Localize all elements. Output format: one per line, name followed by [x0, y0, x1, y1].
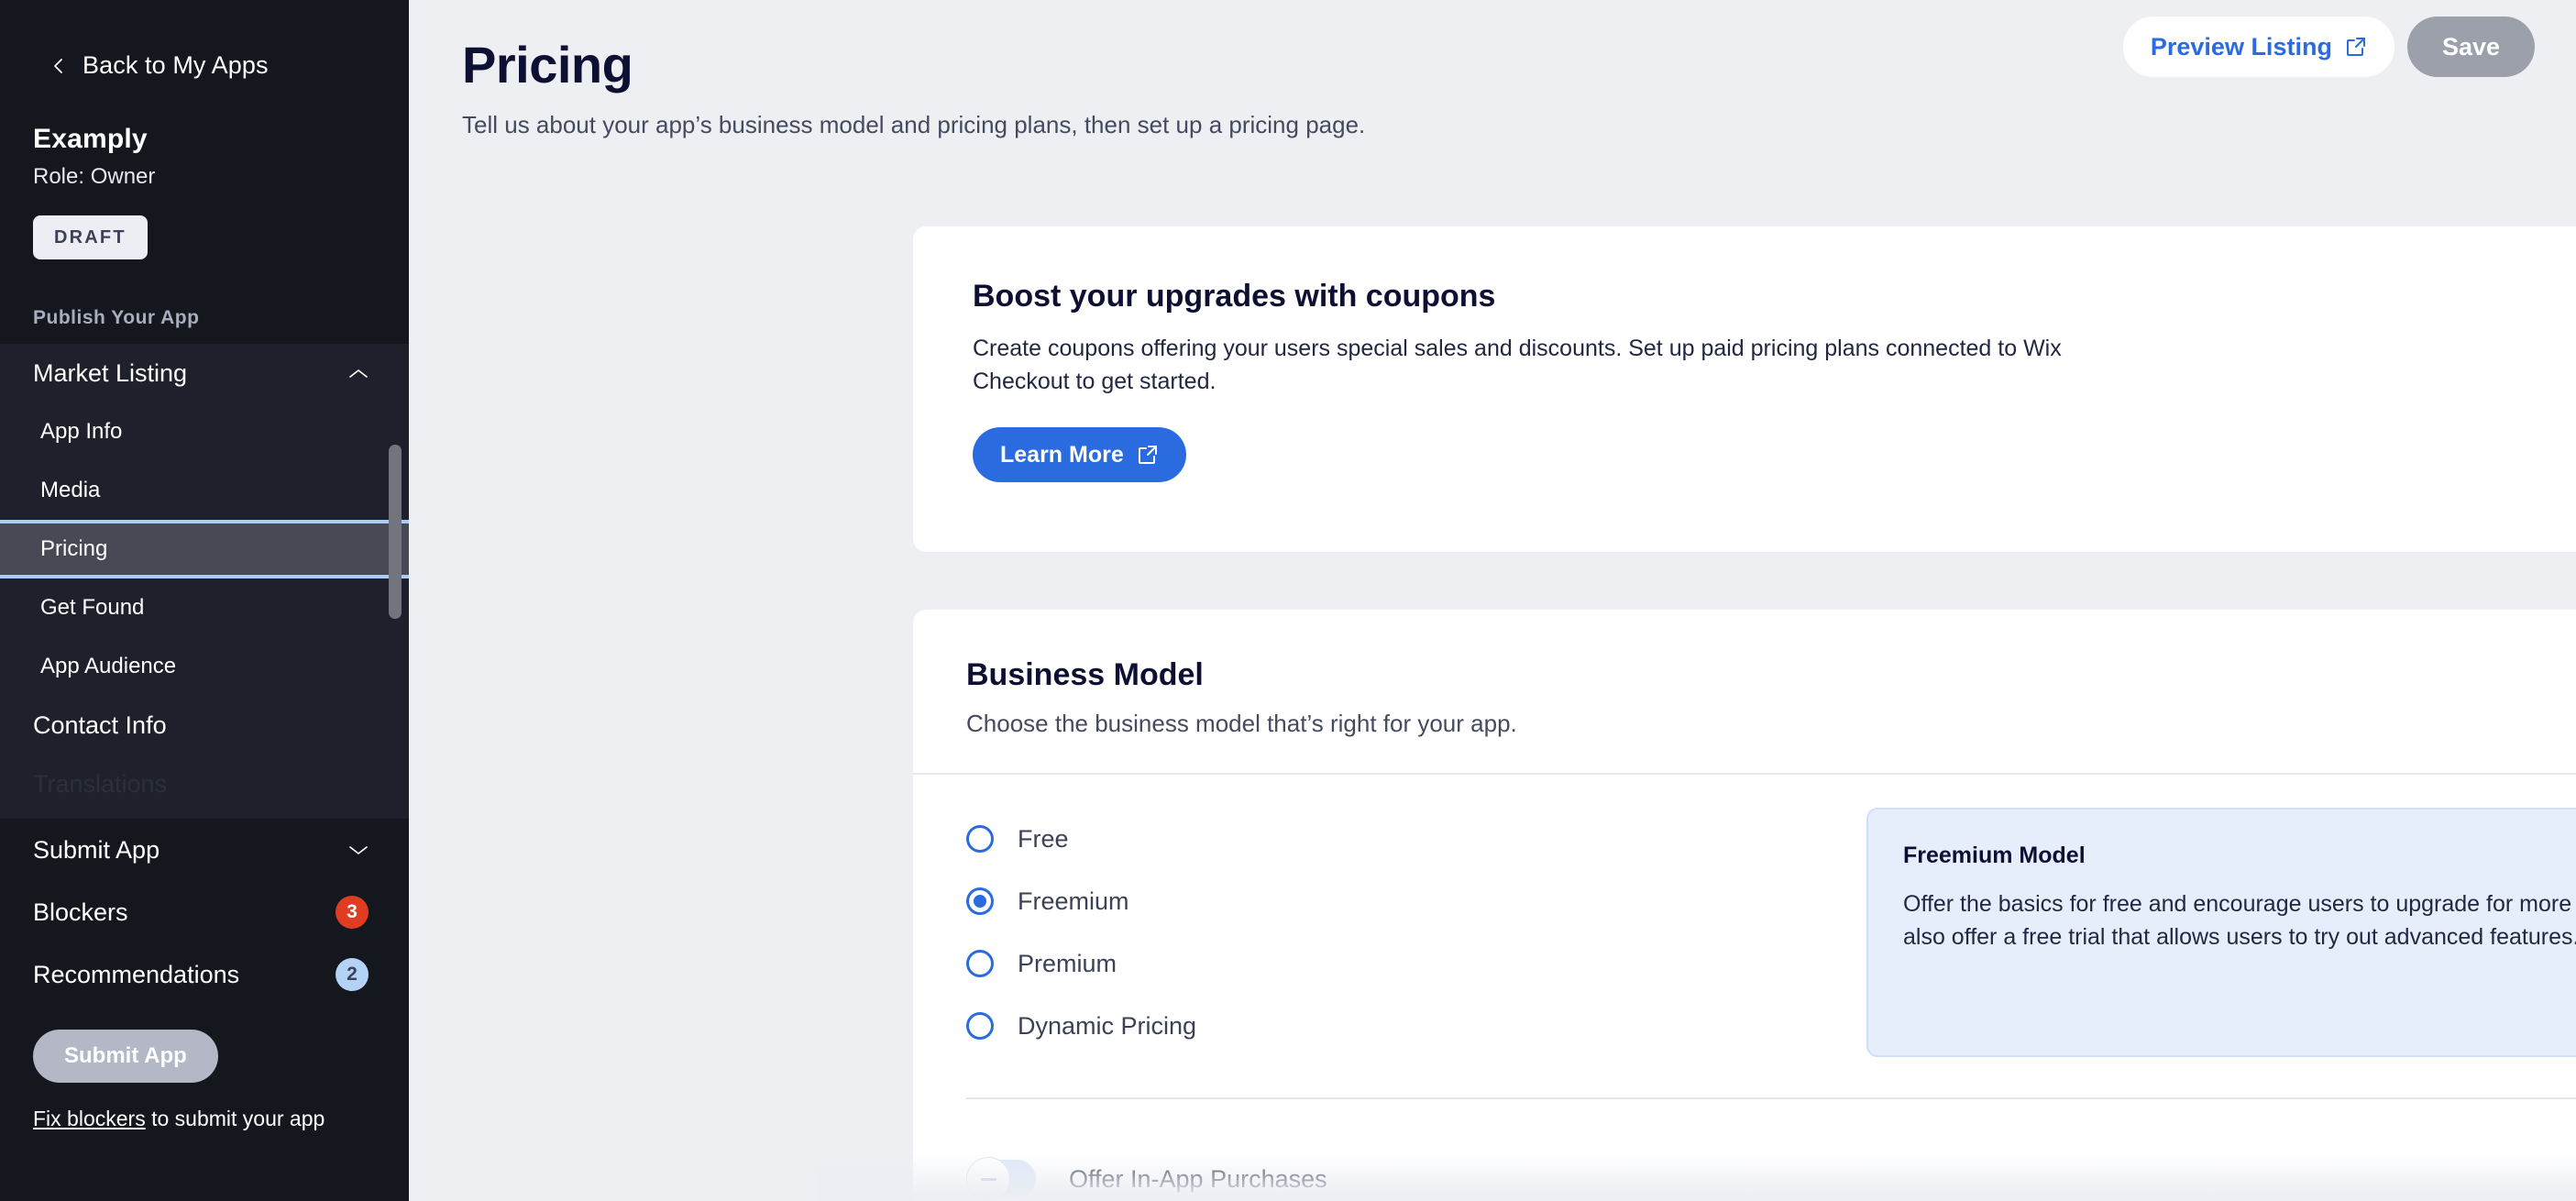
radio-option-dynamic-pricing-label: Dynamic Pricing	[1018, 1011, 1197, 1040]
business-model-title: Business Model	[966, 657, 1204, 692]
external-link-icon	[2346, 38, 2365, 56]
external-link-icon	[1138, 446, 1157, 464]
chevron-down-icon	[349, 845, 368, 854]
coupon-banner-body: Boost your upgrades with coupons Create …	[913, 226, 2576, 482]
business-model-radio-group: Free Freemium Premium Dynamic Pricing	[913, 808, 1866, 1057]
radio-free-icon	[966, 825, 994, 853]
radio-option-free-label: Free	[1018, 824, 1069, 853]
toggle-section-divider	[966, 1097, 2576, 1099]
back-to-my-apps-link[interactable]: Back to My Apps	[0, 0, 409, 80]
preview-listing-label: Preview Listing	[2150, 32, 2332, 61]
fix-blockers-rest: to submit your app	[145, 1107, 325, 1130]
info-panel-text: Offer the basics for free and encourage …	[1903, 891, 2576, 951]
blockers-count-badge: 3	[336, 896, 369, 929]
sidebar-item-app-info-label: App Info	[40, 419, 123, 444]
chevron-up-icon	[349, 369, 368, 378]
business-model-card: Business Model Choose the business model…	[913, 610, 2576, 1201]
radio-option-premium[interactable]: Premium	[966, 932, 1866, 995]
radio-option-dynamic-pricing[interactable]: Dynamic Pricing	[966, 995, 1866, 1057]
sidebar-item-recommendations-label: Recommendations	[33, 960, 240, 988]
fix-blockers-link[interactable]: Fix blockers	[33, 1107, 146, 1130]
sidebar-item-pricing[interactable]: Pricing	[0, 520, 409, 578]
sidebar-item-app-info[interactable]: App Info	[0, 402, 409, 461]
sidebar-item-get-found-label: Get Found	[40, 595, 145, 620]
radio-freemium-icon	[966, 887, 994, 915]
app-role: Role: Owner	[33, 164, 156, 189]
learn-more-label: Learn More	[1000, 441, 1124, 468]
sidebar-item-media[interactable]: Media	[0, 461, 409, 520]
offer-in-app-purchases-toggle[interactable]	[966, 1157, 1036, 1201]
sidebar-item-blockers-label: Blockers	[33, 898, 128, 926]
sidebar-item-pricing-label: Pricing	[40, 536, 108, 561]
sidebar-group-submit-app[interactable]: Submit App	[0, 819, 409, 881]
sidebar: Back to My Apps Examply Role: Owner DRAF…	[0, 0, 409, 1201]
preview-listing-button[interactable]: Preview Listing	[2122, 17, 2394, 77]
header-actions: Preview Listing Save	[2122, 17, 2535, 77]
sidebar-item-translations-label: Translations	[33, 769, 168, 798]
radio-option-free[interactable]: Free	[966, 808, 1866, 870]
offer-in-app-purchases-label: Offer In-App Purchases	[1069, 1164, 1327, 1193]
sidebar-scroll-region: Market Listing App Info Media Pricing Ge…	[0, 344, 409, 819]
sidebar-lower-nav: Submit App Blockers 3 Recommendations 2 …	[0, 819, 409, 1131]
status-badge: DRAFT	[33, 215, 148, 259]
app-name: Examply	[33, 124, 148, 154]
minus-icon	[980, 1177, 996, 1181]
business-model-subtitle: Choose the business model that’s right f…	[966, 710, 1517, 737]
recommendations-count-badge: 2	[336, 958, 369, 991]
sidebar-item-translations[interactable]: Translations	[0, 755, 409, 813]
learn-more-button[interactable]: Learn More	[973, 427, 1186, 482]
toggle-knob	[966, 1157, 1010, 1201]
page-subtitle: Tell us about your app’s business model …	[462, 111, 1366, 138]
coupon-banner-title: Boost your upgrades with coupons	[973, 279, 1496, 314]
business-model-info-panel: Freemium Model Offer the basics for free…	[1866, 808, 2576, 1057]
business-model-body: Free Freemium Premium Dynamic Pricing Fr…	[913, 775, 2576, 1057]
fix-blockers-row: Fix blockers to submit your app	[0, 1083, 409, 1131]
radio-premium-icon	[966, 950, 994, 977]
sidebar-header: Back to My Apps Examply Role: Owner DRAF…	[0, 0, 409, 344]
back-to-my-apps-label: Back to My Apps	[83, 51, 269, 79]
in-app-purchases-row: Offer In-App Purchases	[966, 1157, 1327, 1201]
sidebar-group-market-listing-label: Market Listing	[33, 358, 188, 387]
radio-option-freemium[interactable]: Freemium	[966, 870, 1866, 932]
radio-option-premium-label: Premium	[1018, 949, 1117, 977]
main-content: Pricing Tell us about your app’s busines…	[409, 0, 2576, 1201]
app-root: Back to My Apps Examply Role: Owner DRAF…	[0, 0, 2576, 1201]
sidebar-scrollbar[interactable]	[389, 445, 402, 619]
chevron-left-icon	[54, 58, 62, 73]
sidebar-section-title: Publish Your App	[33, 307, 200, 328]
sidebar-item-contact-info-label: Contact Info	[33, 711, 167, 739]
sidebar-item-app-audience-label: App Audience	[40, 654, 177, 678]
business-model-header: Business Model Choose the business model…	[913, 610, 2576, 738]
info-panel-title: Freemium Model	[1903, 843, 2086, 868]
radio-dynamic-pricing-icon	[966, 1012, 994, 1040]
sidebar-item-get-found[interactable]: Get Found	[0, 578, 409, 637]
page-header: Pricing Tell us about your app’s busines…	[409, 0, 2576, 139]
save-button[interactable]: Save	[2406, 17, 2535, 77]
radio-option-freemium-label: Freemium	[1018, 887, 1129, 915]
sidebar-item-blockers[interactable]: Blockers 3	[0, 881, 409, 943]
submit-app-button[interactable]: Submit App	[33, 1030, 218, 1083]
sidebar-item-media-label: Media	[40, 478, 101, 502]
sidebar-group-market-listing[interactable]: Market Listing	[0, 344, 409, 402]
sidebar-group-submit-app-label: Submit App	[33, 835, 160, 864]
sidebar-item-contact-info[interactable]: Contact Info	[0, 696, 409, 755]
coupon-banner-card: Boost your upgrades with coupons Create …	[913, 226, 2576, 552]
sidebar-item-recommendations[interactable]: Recommendations 2	[0, 943, 409, 1006]
coupon-banner-text: Create coupons offering your users speci…	[973, 336, 2062, 394]
sidebar-item-app-audience[interactable]: App Audience	[0, 637, 409, 696]
